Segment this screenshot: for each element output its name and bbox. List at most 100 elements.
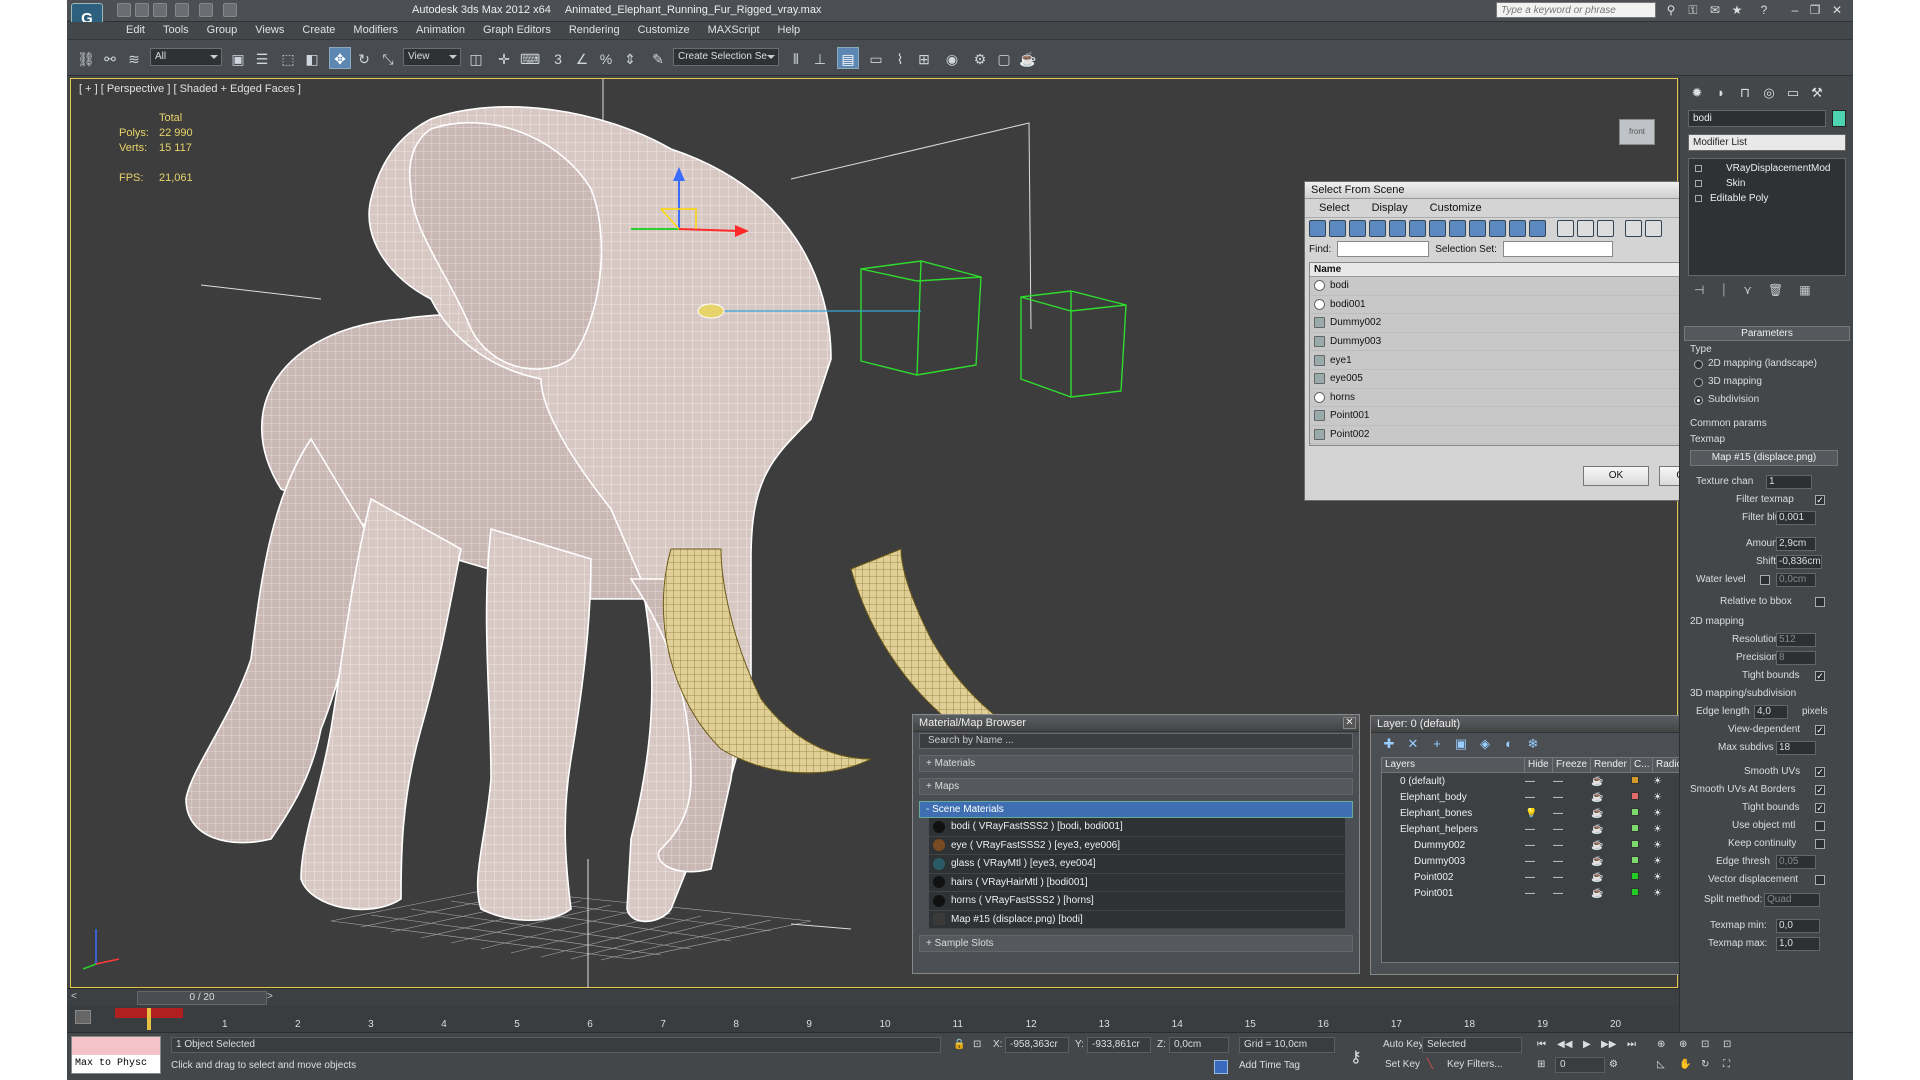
texmap-max-spinner[interactable]: 1,0: [1776, 937, 1820, 951]
modifier-list-dropdown[interactable]: Modifier List: [1688, 134, 1846, 151]
menu-rendering[interactable]: Rendering: [560, 22, 629, 39]
configure-modifier-sets-icon[interactable]: ▦: [1799, 283, 1810, 303]
select-by-name-icon[interactable]: ☰: [251, 47, 273, 69]
restore-button[interactable]: ❐: [1807, 2, 1823, 18]
filter-shapes-icon[interactable]: [1329, 220, 1346, 237]
filter-lights-icon[interactable]: [1349, 220, 1366, 237]
material-editor-icon[interactable]: ◉: [941, 47, 963, 69]
play-icon[interactable]: ▶: [1583, 1039, 1591, 1050]
hide-toggle[interactable]: —: [1525, 792, 1553, 803]
render-teapot-icon[interactable]: ☕: [1591, 872, 1631, 883]
remove-modifier-icon[interactable]: 🗑: [1768, 283, 1783, 303]
render-teapot-icon[interactable]: ☕: [1591, 856, 1631, 867]
viewcube[interactable]: front: [1619, 119, 1655, 145]
smooth-uvs-borders-checkbox[interactable]: ✓: [1815, 785, 1825, 795]
mirror-icon[interactable]: ⫴: [785, 47, 807, 69]
sd-menu-display[interactable]: Display: [1372, 202, 1408, 214]
type-subdivision-radio[interactable]: [1694, 396, 1703, 405]
modifier-item[interactable]: Skin: [1689, 176, 1845, 191]
col-color[interactable]: C...: [1631, 758, 1653, 772]
undo-icon[interactable]: [175, 3, 189, 17]
freeze-toggle[interactable]: —: [1553, 840, 1591, 851]
track-bar[interactable]: 1 2 3 4 5 6 7 8 9 10 11 12 13 14 15 16 17 18 19 20: [67, 1006, 1679, 1032]
add-to-layer-icon[interactable]: +: [1429, 736, 1445, 752]
sd-menu-customize[interactable]: Customize: [1430, 202, 1482, 214]
edge-thresh-spinner[interactable]: 0,05: [1776, 855, 1816, 869]
table-row[interactable]: Elephant_helpers — — ☕ ☀: [1382, 821, 1728, 837]
delete-layer-icon[interactable]: ✕: [1405, 736, 1421, 752]
render-teapot-icon[interactable]: ☕: [1591, 808, 1631, 819]
material-item[interactable]: bodi ( VRayFastSSS2 ) [bodi, bodi001]: [929, 818, 1345, 837]
list-item[interactable]: horns: [1310, 389, 1734, 408]
make-unique-icon[interactable]: ⋎: [1743, 283, 1752, 303]
table-row[interactable]: Dummy003— — ☕ ☀: [1382, 853, 1728, 869]
material-item[interactable]: eye ( VRayFastSSS2 ) [eye3, eye006]: [929, 836, 1345, 855]
rendered-frame-window-icon[interactable]: ▢: [993, 47, 1015, 69]
scene-materials-section[interactable]: - Scene Materials: [919, 801, 1353, 818]
filter-texmap-checkbox[interactable]: ✓: [1815, 495, 1825, 505]
selection-filter-dropdown[interactable]: All: [150, 48, 222, 66]
table-row[interactable]: Point002— — ☕ ☀: [1382, 869, 1728, 885]
modifier-toggle-icon[interactable]: [1695, 165, 1702, 172]
pan-view-icon[interactable]: ✋: [1679, 1059, 1691, 1070]
go-to-start-icon[interactable]: ⏮: [1537, 1039, 1546, 1050]
close-window-button[interactable]: ✕: [1829, 2, 1845, 18]
render-teapot-icon[interactable]: ☕: [1591, 792, 1631, 803]
freeze-toggle[interactable]: —: [1553, 824, 1591, 835]
open-file-icon[interactable]: [135, 3, 149, 17]
maximize-viewport-icon[interactable]: ⛶: [1723, 1059, 1730, 1070]
freeze-toggle[interactable]: —: [1553, 872, 1591, 883]
orbit-icon[interactable]: ↻: [1701, 1059, 1709, 1070]
hide-toggle[interactable]: —: [1525, 888, 1553, 899]
resolution-spinner[interactable]: 512: [1776, 633, 1816, 647]
filter-frozen-icon[interactable]: [1509, 220, 1526, 237]
layer-color-swatch[interactable]: [1631, 855, 1639, 864]
filter-spacewarps-icon[interactable]: [1409, 220, 1426, 237]
percent-snap-icon[interactable]: %: [595, 47, 617, 69]
menu-help[interactable]: Help: [769, 22, 810, 39]
auto-key-button[interactable]: Auto Key: [1383, 1039, 1424, 1050]
menu-group[interactable]: Group: [198, 22, 247, 39]
angle-snap-icon[interactable]: ∠: [571, 47, 593, 69]
material-browser-close-button[interactable]: ✕: [1343, 717, 1356, 729]
minimize-button[interactable]: –: [1787, 2, 1803, 18]
unlink-icon[interactable]: ⚯: [99, 47, 121, 69]
select-object-icon[interactable]: ▣: [227, 47, 249, 69]
col-render[interactable]: Render: [1591, 758, 1631, 772]
materials-section[interactable]: + Materials: [919, 755, 1353, 772]
show-end-result-icon[interactable]: ⏐: [1720, 283, 1727, 303]
render-teapot-icon[interactable]: ☕: [1591, 824, 1631, 835]
freeze-toggle[interactable]: —: [1553, 776, 1591, 787]
hierarchy-tab-icon[interactable]: ⊓: [1736, 84, 1754, 102]
render-setup-icon[interactable]: ⚙: [969, 47, 991, 69]
list-item[interactable]: Dummy003: [1310, 333, 1734, 352]
menu-edit[interactable]: Edit: [117, 22, 154, 39]
key-filters-button[interactable]: Key Filters...: [1447, 1059, 1503, 1070]
table-row[interactable]: Elephant_bones 💡 — ☕ ☀: [1382, 805, 1728, 821]
select-and-move-icon[interactable]: ✥: [329, 47, 351, 69]
time-tag-icon[interactable]: [1214, 1060, 1228, 1074]
precision-spinner[interactable]: 8: [1776, 651, 1816, 665]
ok-button[interactable]: OK: [1583, 466, 1649, 486]
time-slider-next-icon[interactable]: >: [267, 991, 273, 1002]
time-slider-thumb[interactable]: 0 / 20: [137, 991, 267, 1005]
rectangular-selection-icon[interactable]: ⬚: [277, 47, 299, 69]
tight-bounds-3d-checkbox[interactable]: ✓: [1815, 803, 1825, 813]
menu-graph-editors[interactable]: Graph Editors: [474, 22, 560, 39]
redo-icon[interactable]: [199, 3, 213, 17]
create-tab-icon[interactable]: ✹: [1688, 84, 1706, 102]
x-coordinate-field[interactable]: -958,363cr: [1005, 1037, 1069, 1053]
time-configuration-icon[interactable]: ⚙: [1609, 1059, 1618, 1070]
table-row[interactable]: Point001— — ☕ ☀: [1382, 885, 1728, 901]
motion-tab-icon[interactable]: ◎: [1760, 84, 1778, 102]
layer-manager-icon[interactable]: ▤: [837, 47, 859, 69]
table-row[interactable]: 0 (default) — — ☕ ☀: [1382, 773, 1728, 789]
filter-cameras-icon[interactable]: [1369, 220, 1386, 237]
texture-chan-spinner[interactable]: 1: [1766, 475, 1812, 489]
subscription-icon[interactable]: ⚿: [1686, 3, 1700, 17]
curve-editor-icon[interactable]: ⌇: [889, 47, 911, 69]
hide-toggle[interactable]: —: [1525, 872, 1553, 883]
project-folder-icon[interactable]: [223, 3, 237, 17]
col-freeze[interactable]: Freeze: [1553, 758, 1591, 772]
snaps-toggle-icon[interactable]: 3: [547, 47, 569, 69]
